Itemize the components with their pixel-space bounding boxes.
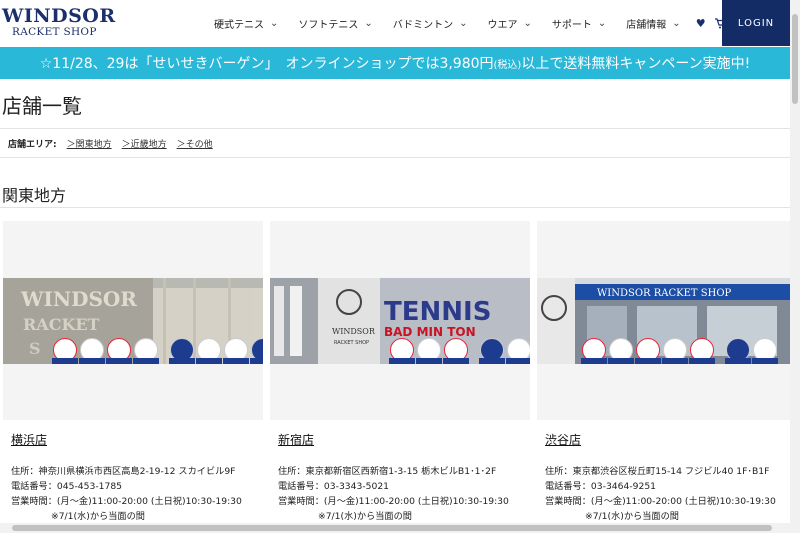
site-header: WINDSOR RACKET SHOP 硬式テニス ⌄ ソフトテニス ⌄ バドミント… xyxy=(0,0,790,47)
nav-label: バドミントン xyxy=(392,19,454,31)
store-note: ※7/1(水)から当面の間 xyxy=(318,511,412,522)
site-logo[interactable]: WINDSOR RACKET SHOP xyxy=(2,5,116,38)
badminton-icon xyxy=(608,338,634,364)
store-address: 住所：神奈川県横浜市西区高島2-19-12 スカイビル9F xyxy=(11,466,236,477)
store-hours: 営業時間：(月〜金)11:00-20:00 (土日祝)10:30-19:30 xyxy=(278,496,509,507)
svg-text:WINDSOR: WINDSOR xyxy=(332,327,376,336)
area-filter: 店舗エリア: ＞関東地方 ＞近畿地方 ＞その他 xyxy=(8,137,213,150)
store-note: ※7/1(水)から当面の間 xyxy=(585,511,679,522)
service-icons xyxy=(52,338,263,364)
nav-label: ソフトテニス xyxy=(298,19,359,31)
nav-item-hard-tennis[interactable]: 硬式テニス ⌄ xyxy=(214,16,288,31)
store-card: WINDSOR RACKET S 横浜店 住所：神奈川県横浜市西区高島2-19-… xyxy=(3,221,263,524)
store-photo[interactable]: WINDSOR RACKET S xyxy=(3,221,263,420)
store-photo[interactable]: WINDSOR RACKET SHOP xyxy=(537,221,797,420)
logo-text-main: WINDSOR xyxy=(2,5,116,27)
custom-icon xyxy=(196,338,222,364)
main-nav: 硬式テニス ⌄ ソフトテニス ⌄ バドミントン ⌄ ウエア ⌄ サポート ⌄ 店舗情報 ⌄ … xyxy=(214,0,731,46)
parking-icon xyxy=(250,338,263,364)
tennis-racket-icon xyxy=(389,338,415,364)
service-icons xyxy=(581,338,778,364)
area-link-kanto[interactable]: ＞関東地方 xyxy=(67,137,112,150)
campaign-banner[interactable]: ☆11/28、29は「せいせきバーゲン」 オンラインショップでは3,980円 (税… xyxy=(0,47,790,79)
squash-icon xyxy=(133,338,159,364)
svg-text:RACKET: RACKET xyxy=(23,315,100,334)
store-name-link[interactable]: 渋谷店 xyxy=(545,431,797,448)
store-phone: 電話番号：045-453-1785 xyxy=(11,481,123,492)
soft-tennis-icon xyxy=(443,338,469,364)
tennis-racket-icon xyxy=(52,338,78,364)
nav-label: 硬式テニス xyxy=(214,19,264,31)
nav-item-support[interactable]: サポート ⌄ xyxy=(542,16,616,31)
banner-tax-note: (税込) xyxy=(493,59,522,71)
store-image-yokohama: WINDSOR RACKET S xyxy=(3,278,263,364)
chevron-down-icon: ⌄ xyxy=(459,17,468,29)
heart-icon[interactable]: ♥ xyxy=(691,0,711,46)
store-name-link[interactable]: 横浜店 xyxy=(11,431,263,448)
nav-label: 店舗情報 xyxy=(626,19,667,31)
store-note: ※7/1(水)から当面の間 xyxy=(51,511,145,522)
badminton-icon xyxy=(79,338,105,364)
banner-text-end: 以上で送料無料キャンペーン実施中! xyxy=(521,56,751,72)
custom-icon xyxy=(506,338,530,364)
svg-text:TENNIS: TENNIS xyxy=(384,297,491,327)
stringing-icon xyxy=(169,338,195,364)
nav-item-store-info[interactable]: 店舗情報 ⌄ xyxy=(616,16,690,31)
chevron-down-icon: ⌄ xyxy=(597,17,607,29)
squash-icon xyxy=(662,338,688,364)
soft-tennis-icon xyxy=(106,338,132,364)
svg-text:WINDSOR: WINDSOR xyxy=(20,287,137,311)
nav-item-wear[interactable]: ウエア ⌄ xyxy=(477,16,541,31)
store-details: 住所：神奈川県横浜市西区高島2-19-12 スカイビル9F 電話番号：045-4… xyxy=(11,464,263,524)
store-address: 住所：東京都新宿区西新宿1-3-15 栃木ビルB1･1･2F xyxy=(278,466,497,477)
chevron-down-icon: ⌄ xyxy=(523,17,532,29)
chevron-down-icon: ⌄ xyxy=(270,17,279,29)
store-image-shibuya: WINDSOR RACKET SHOP xyxy=(537,278,797,364)
nav-label: サポート xyxy=(551,19,592,31)
store-details: 住所：東京都新宿区西新宿1-3-15 栃木ビルB1･1･2F 電話番号：03-3… xyxy=(278,464,530,524)
store-card: WINDSOR RACKET SHOP TENNIS BAD MIN TON 新… xyxy=(270,221,530,524)
logo-text-sub: RACKET SHOP xyxy=(12,26,97,38)
padel-icon xyxy=(689,338,715,364)
store-hours: 営業時間：(月〜金)11:00-20:00 (土日祝)10:30-19:30 xyxy=(11,496,242,507)
svg-text:WINDSOR RACKET SHOP: WINDSOR RACKET SHOP xyxy=(597,288,732,299)
store-hours: 営業時間：(月〜金)11:00-20:00 (土日祝)10:30-19:30 xyxy=(545,496,776,507)
store-phone: 電話番号：03-3343-5021 xyxy=(278,481,390,492)
svg-text:S: S xyxy=(29,339,41,358)
area-label: 店舗エリア: xyxy=(8,140,57,150)
nav-item-soft-tennis[interactable]: ソフトテニス ⌄ xyxy=(288,16,382,31)
nav-label: ウエア xyxy=(487,19,518,31)
area-link-other[interactable]: ＞その他 xyxy=(177,137,213,150)
service-icons xyxy=(389,338,530,364)
coach-icon xyxy=(223,338,249,364)
store-card: WINDSOR RACKET SHOP 渋谷店 住所：東京都渋谷区桜丘町15-1… xyxy=(537,221,797,524)
section-title: 関東地方 xyxy=(2,186,67,205)
page-title: 店舗一覧 xyxy=(2,94,82,118)
svg-text:BAD MIN TON: BAD MIN TON xyxy=(384,325,476,339)
store-photo[interactable]: WINDSOR RACKET SHOP TENNIS BAD MIN TON xyxy=(270,221,530,420)
divider xyxy=(0,207,790,208)
banner-text: ☆11/28、29は「せいせきバーゲン」 オンラインショップでは3,980円 xyxy=(39,56,494,72)
custom-icon xyxy=(752,338,778,364)
svg-text:RACKET SHOP: RACKET SHOP xyxy=(334,340,369,346)
tennis-racket-icon xyxy=(581,338,607,364)
soft-tennis-icon xyxy=(635,338,661,364)
nav-item-badminton[interactable]: バドミントン ⌄ xyxy=(383,16,478,31)
horizontal-scroll-thumb[interactable] xyxy=(12,525,772,531)
divider xyxy=(0,157,790,158)
area-link-kinki[interactable]: ＞近畿地方 xyxy=(122,137,167,150)
stringing-icon xyxy=(725,338,751,364)
badminton-icon xyxy=(416,338,442,364)
divider xyxy=(0,128,790,129)
vertical-scroll-thumb[interactable] xyxy=(792,14,798,104)
stringing-icon xyxy=(479,338,505,364)
chevron-down-icon: ⌄ xyxy=(672,17,681,29)
store-image-shinjuku: WINDSOR RACKET SHOP TENNIS BAD MIN TON xyxy=(270,278,530,364)
chevron-down-icon: ⌄ xyxy=(364,17,373,29)
store-details: 住所：東京都渋谷区桜丘町15-14 フジビル40 1F･B1F 電話番号：03-… xyxy=(545,464,797,524)
login-button[interactable]: LOGIN xyxy=(722,0,790,46)
store-address: 住所：東京都渋谷区桜丘町15-14 フジビル40 1F･B1F xyxy=(545,466,770,477)
store-name-link[interactable]: 新宿店 xyxy=(278,431,530,448)
store-phone: 電話番号：03-3464-9251 xyxy=(545,481,657,492)
